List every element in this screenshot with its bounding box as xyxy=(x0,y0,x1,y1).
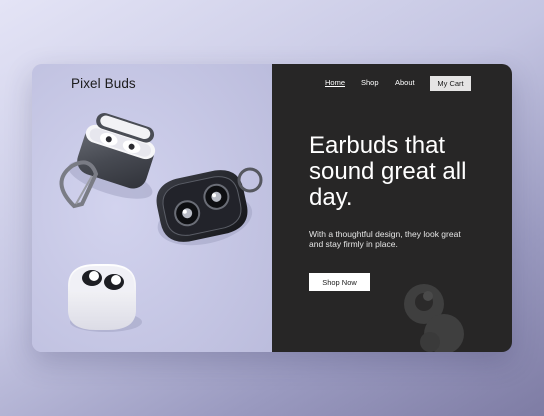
main-nav: Home Shop About My Cart xyxy=(272,76,512,92)
hero-subtext: With a thoughtful design, they look grea… xyxy=(309,229,461,249)
nav-shop-link[interactable]: Shop xyxy=(361,78,379,87)
earbud-silhouette-icon xyxy=(404,284,464,352)
earbuds-product-photo xyxy=(32,64,272,352)
nav-about-link[interactable]: About xyxy=(395,78,415,87)
product-panel: Pixel Buds xyxy=(32,64,272,352)
pixel-buds-case xyxy=(68,264,142,332)
nav-home-link[interactable]: Home xyxy=(325,78,345,87)
my-cart-button[interactable]: My Cart xyxy=(430,76,471,91)
hero-card: Pixel Buds Home Shop About My Cart Earbu… xyxy=(32,64,512,352)
shop-now-button[interactable]: Shop Now xyxy=(309,273,370,291)
brand-logo[interactable]: Pixel Buds xyxy=(71,76,136,91)
hero-panel: Home Shop About My Cart Earbuds that sou… xyxy=(272,64,512,352)
hero-headline: Earbuds that sound great all day. xyxy=(309,132,467,211)
